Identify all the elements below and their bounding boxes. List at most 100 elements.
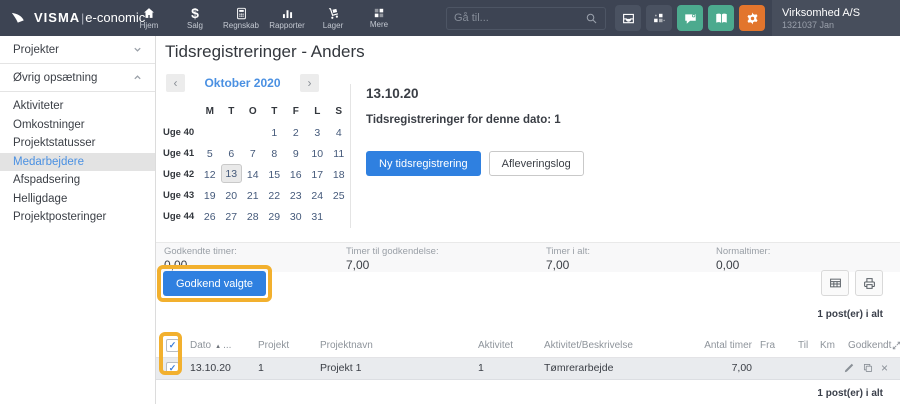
hand-truck-icon — [327, 7, 340, 20]
column-dato[interactable]: Dato▲... — [188, 335, 256, 357]
column-km[interactable]: Km — [818, 335, 846, 357]
delete-icon[interactable]: × — [881, 362, 888, 374]
search-input[interactable] — [454, 12, 585, 24]
column-til[interactable]: Til — [796, 335, 818, 357]
calendar-day[interactable]: 9 — [285, 143, 307, 164]
calendar-day[interactable]: 20 — [221, 185, 243, 206]
column-projekt[interactable]: Projekt — [256, 335, 318, 357]
calendar-week-label: Uge 40 — [163, 122, 199, 143]
row-checkbox[interactable]: ✓ — [166, 362, 179, 375]
column-godkendt[interactable]: Godkendt — [848, 340, 891, 351]
calendar-day[interactable]: 30 — [285, 206, 307, 227]
calendar-day[interactable]: 28 — [242, 206, 264, 227]
column-beskrivelse[interactable]: Aktivitet/Beskrivelse — [542, 335, 676, 357]
account-menu[interactable]: Virksomhed A/S 1321037 Jan — [772, 0, 900, 36]
visma-logo[interactable]: VISMA|e-conomic — [0, 9, 122, 27]
calendar-day[interactable]: 17 — [307, 164, 329, 185]
record-count: 1 post(er) i alt — [817, 309, 883, 320]
calendar-day[interactable]: 24 — [307, 185, 329, 206]
sidebar-section-projekter[interactable]: Projekter — [0, 36, 155, 64]
nav-item-regnskab[interactable]: Regnskab — [218, 0, 264, 36]
settings-button[interactable] — [739, 5, 765, 31]
chat-button[interactable] — [677, 5, 703, 31]
column-antal-timer[interactable]: Antal timer — [676, 335, 758, 357]
sidebar-item-medarbejdere[interactable]: Medarbejdere — [0, 153, 155, 172]
calendar-month-label[interactable]: Oktober 2020 — [204, 76, 280, 90]
sidebar-item-aktiviteter[interactable]: Aktiviteter — [0, 97, 155, 116]
sidebar-item-helligdage[interactable]: Helligdage — [0, 190, 155, 209]
calendar-day[interactable]: 4 — [328, 122, 350, 143]
approve-selected-button[interactable]: Godkend valgte — [163, 271, 266, 296]
nav-item-salg[interactable]: $ Salg — [172, 0, 218, 36]
calendar-day[interactable]: 2 — [285, 122, 307, 143]
calendar-day[interactable]: 3 — [307, 122, 329, 143]
nav-label: Hjem — [140, 21, 159, 30]
calendar-prev-button[interactable]: ‹ — [166, 74, 185, 92]
delivery-log-button[interactable]: Afleveringslog — [489, 151, 584, 176]
inbox-button[interactable] — [615, 5, 641, 31]
calendar-day[interactable]: 1 — [264, 122, 286, 143]
calendar-day[interactable]: 23 — [285, 185, 307, 206]
column-settings-button[interactable] — [821, 270, 849, 296]
calendar-weekday: F — [285, 101, 307, 122]
calendar-day[interactable]: 22 — [264, 185, 286, 206]
calendar-day[interactable]: 12 — [199, 164, 221, 185]
sidebar-item-afspadsering[interactable]: Afspadsering — [0, 171, 155, 190]
main-nav: Hjem $ Salg Regnskab Rapporter Lager Mer… — [126, 0, 402, 36]
sidebar-item-projektposteringer[interactable]: Projektposteringer — [0, 208, 155, 227]
calendar-day[interactable]: 31 — [307, 206, 329, 227]
nav-item-mere[interactable]: Mere — [356, 0, 402, 36]
calendar-week-label: Uge 43 — [163, 185, 199, 206]
magnifier-icon[interactable] — [585, 12, 598, 25]
calendar-day[interactable]: 7 — [242, 143, 264, 164]
table-row[interactable]: ✓ 13.10.20 1 Projekt 1 1 Tømrerarbejde 7… — [156, 357, 900, 379]
apps-button[interactable] — [646, 5, 672, 31]
column-aktivitet[interactable]: Aktivitet — [476, 335, 542, 357]
nav-item-hjem[interactable]: Hjem — [126, 0, 172, 36]
table-grid-icon — [828, 276, 843, 290]
calendar-day — [199, 122, 221, 143]
calendar-day[interactable]: 27 — [221, 206, 243, 227]
nav-item-rapporter[interactable]: Rapporter — [264, 0, 310, 36]
calendar-day[interactable]: 25 — [328, 185, 350, 206]
global-search — [446, 7, 606, 30]
calendar-day[interactable]: 14 — [242, 164, 264, 185]
calendar-day[interactable]: 26 — [199, 206, 221, 227]
cell-km — [818, 357, 846, 379]
topbar: VISMA|e-conomic Hjem $ Salg Regnskab Rap… — [0, 0, 900, 36]
expand-icon[interactable] — [891, 340, 900, 351]
column-projektnavn[interactable]: Projektnavn — [318, 335, 476, 357]
print-button[interactable] — [855, 270, 883, 296]
new-registration-button[interactable]: Ny tidsregistrering — [366, 151, 481, 176]
calendar-day[interactable]: 19 — [199, 185, 221, 206]
annotation-highlight-approve: Godkend valgte — [157, 265, 272, 302]
sidebar-item-omkostninger[interactable]: Omkostninger — [0, 116, 155, 135]
calendar-day[interactable]: 21 — [242, 185, 264, 206]
calendar-day[interactable]: 11 — [328, 143, 350, 164]
guide-button[interactable] — [708, 5, 734, 31]
calendar-next-button[interactable]: › — [300, 74, 319, 92]
sidebar-section-ovrig-opsaetning[interactable]: Øvrig opsætning — [0, 64, 155, 92]
sidebar-item-projektstatusser[interactable]: Projektstatusser — [0, 134, 155, 153]
calendar-day[interactable]: 18 — [328, 164, 350, 185]
visma-swoosh-icon — [11, 12, 28, 24]
column-fra[interactable]: Fra — [758, 335, 796, 357]
nav-label: Salg — [187, 21, 203, 30]
calendar-day[interactable]: 8 — [264, 143, 286, 164]
calendar-weekday: T — [264, 101, 286, 122]
calendar-day[interactable]: 29 — [264, 206, 286, 227]
calendar-day[interactable]: 16 — [285, 164, 307, 185]
calendar-day[interactable]: 10 — [307, 143, 329, 164]
copy-icon[interactable] — [862, 362, 874, 374]
vertical-divider — [350, 84, 351, 228]
calendar-day[interactable]: 13 — [221, 164, 243, 183]
calendar-day[interactable]: 15 — [264, 164, 286, 185]
nav-item-lager[interactable]: Lager — [310, 0, 356, 36]
calendar-day[interactable]: 5 — [199, 143, 221, 164]
calendar-day[interactable]: 6 — [221, 143, 243, 164]
edit-icon[interactable] — [843, 362, 855, 374]
column-menu-icon[interactable]: ... — [223, 340, 231, 351]
calendar-corner — [163, 101, 199, 122]
select-all-checkbox[interactable]: ✓ — [166, 339, 179, 352]
summary-hours-for-approval: Timer til godkendelse: 7,00 — [346, 246, 439, 272]
